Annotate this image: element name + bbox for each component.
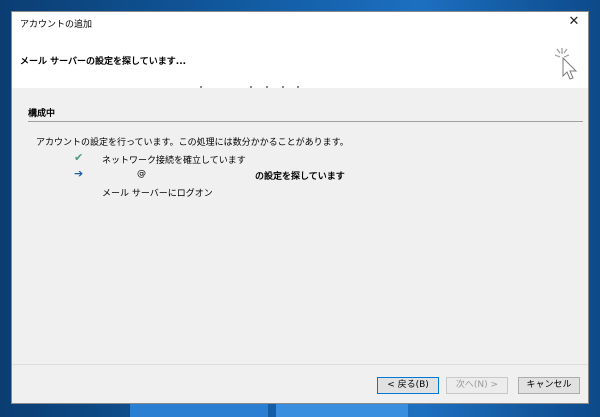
setup-wizard-sparkle-cursor-icon (554, 48, 578, 80)
intro-text: アカウントの設定を行っています。この処理には数分かかることがあります。 (36, 138, 349, 148)
add-account-dialog: アカウントの追加 ✕ メール サーバーの設定を探しています... 構成中 アカウ… (11, 11, 589, 404)
arrow-right-icon: ➔ (74, 167, 84, 180)
cancel-button[interactable]: キャンセル (518, 377, 580, 394)
taskbar-item (276, 403, 408, 417)
checkmark-icon: ✔ (74, 151, 84, 164)
next-button[interactable]: 次へ(N) > (446, 377, 508, 394)
title-bar: アカウントの追加 ✕ (12, 12, 588, 34)
close-icon[interactable]: ✕ (566, 14, 582, 30)
back-button[interactable]: < 戻る(B) (377, 377, 439, 394)
footer-divider (12, 364, 588, 365)
step-label: メール サーバーにログオン (102, 189, 213, 199)
section-title: 構成中 (28, 109, 56, 119)
wizard-header: メール サーバーの設定を探しています... (12, 34, 588, 88)
divider (28, 121, 583, 122)
window-title: アカウントの追加 (20, 20, 93, 30)
header-title: メール サーバーの設定を探しています... (20, 57, 187, 67)
step-label: ネットワーク接続を確立しています (102, 156, 246, 166)
taskbar-item (130, 403, 268, 417)
progress-indicator (200, 86, 310, 90)
step-label: の設定を探しています (255, 172, 345, 182)
email-address-at: @ (137, 169, 146, 179)
